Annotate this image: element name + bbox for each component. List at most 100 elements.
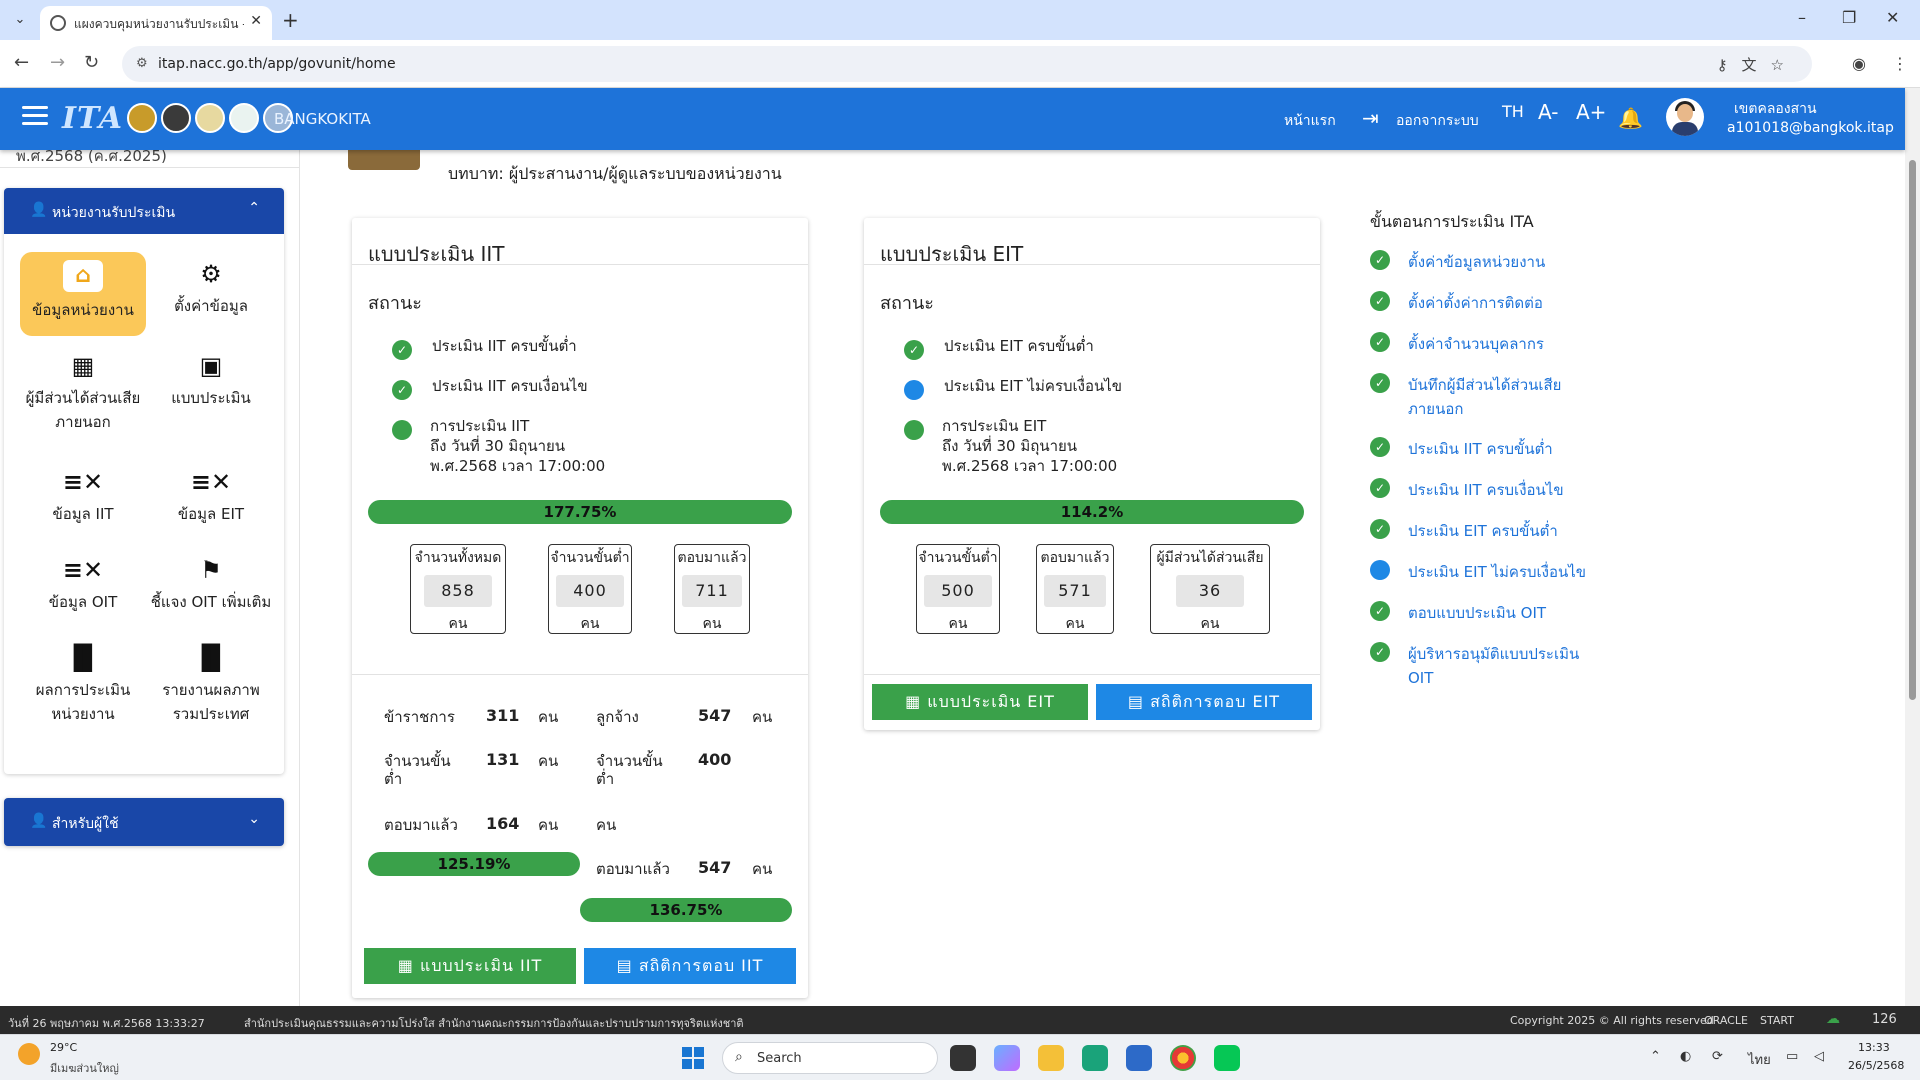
check-icon: ✓ [1370, 250, 1390, 270]
eit-progress-bar: 114.2% [880, 500, 1304, 524]
steps-title: ขั้นตอนการประเมิน ITA [1370, 212, 1534, 231]
clock-date[interactable]: 26/5/2568 [1848, 1059, 1904, 1072]
gov-answered-label: ตอบมาแล้ว [384, 816, 458, 834]
task-view-icon[interactable] [950, 1045, 976, 1071]
sidebar-item-settings[interactable]: ⚙ ตั้งค่าข้อมูล [148, 260, 274, 318]
page-scrollbar[interactable] [1905, 88, 1920, 1006]
sidebar-item-eit[interactable]: ≡✕ ข้อมูล EIT [148, 468, 274, 526]
store-icon: ▦ [71, 352, 95, 380]
eit-form-button[interactable]: ▦ แบบประเมิน EIT [872, 684, 1088, 720]
logout-icon[interactable]: ⇥ [1362, 106, 1379, 130]
eit-deadline: การประเมิน EIT ถึง วันที่ 30 มิถุนายน พ.… [942, 417, 1118, 475]
seal-logo [161, 103, 191, 133]
sidebar-item-agency-info[interactable]: ⌂ ข้อมูลหน่วยงาน [20, 252, 146, 336]
bar-chart-icon: ▐▌ [64, 644, 102, 672]
app-header: ITA BANGKOKITA หน้าแรก ⇥ ออกจากระบบ TH A… [0, 88, 1905, 150]
tray-icon[interactable]: ◐ [1680, 1049, 1691, 1064]
avatar[interactable] [1666, 98, 1704, 136]
gov-min-label: จำนวนขั้นต่ำ [384, 752, 451, 788]
status-dot-icon [392, 420, 412, 440]
taskbar-search[interactable]: ⌕ Search [722, 1042, 938, 1074]
bell-icon[interactable]: 🔔 [1618, 106, 1643, 130]
profile-icon[interactable]: ◉ [1852, 54, 1866, 73]
language-toggle[interactable]: TH [1502, 102, 1524, 121]
browser-tab[interactable]: แผงควบคุมหน่วยงานรับประเมิน - ITA ✕ [40, 6, 272, 40]
sidebar-item-oit-explain[interactable]: ⚑ ชี้แจง OIT เพิ่มเติม [148, 556, 274, 614]
weather-temp: 29°C [50, 1041, 78, 1054]
reload-icon[interactable]: ↻ [84, 52, 99, 73]
chevron-up-icon[interactable]: ⌃ [248, 200, 260, 216]
bar-chart-icon: ▐▌ [192, 644, 230, 672]
emp-progress-bar: 136.75% [580, 898, 792, 922]
scrollbar-thumb[interactable] [1909, 160, 1916, 700]
check-icon: ✓ [392, 340, 412, 360]
qr-icon: ▦ [905, 692, 922, 711]
home-icon: ⌂ [63, 260, 103, 292]
sidebar-item-stakeholders[interactable]: ▦ ผู้มีส่วนได้ส่วนเสีย ภายนอก [20, 352, 146, 434]
home-link[interactable]: หน้าแรก [1284, 110, 1336, 132]
close-tab-icon[interactable]: ✕ [250, 13, 262, 29]
site-info-icon[interactable]: ⚙ [136, 56, 148, 71]
iit-status-2: ประเมิน IIT ครบเงื่อนไข [432, 377, 588, 395]
browser-tab-bar: ⌄ แผงควบคุมหน่วยงานรับประเมิน - ITA ✕ + … [0, 0, 1920, 40]
gov-label: ข้าราชการ [384, 708, 455, 726]
back-icon[interactable]: ← [14, 52, 29, 73]
gov-min-value: 131 [486, 750, 520, 769]
omnibox-actions[interactable]: ⚷文☆ [1717, 54, 1798, 75]
emp-label: ลูกจ้าง [596, 708, 639, 726]
weather-icon[interactable] [18, 1043, 40, 1065]
close-window-icon[interactable]: ✕ [1886, 8, 1899, 27]
section-header-user[interactable]: 👤 สำหรับผู้ใช้ ⌄ [4, 798, 284, 846]
chevron-down-icon[interactable]: ⌄ [248, 811, 260, 827]
iit-form-button[interactable]: ▦ แบบประเมิน IIT [364, 948, 576, 984]
sidebar-item-results[interactable]: ▐▌ ผลการประเมิน หน่วยงาน [20, 644, 146, 726]
windows-start-icon[interactable] [682, 1047, 704, 1069]
hamburger-menu-icon[interactable] [22, 106, 48, 126]
copilot-icon[interactable] [994, 1045, 1020, 1071]
font-increase-button[interactable]: A+ [1576, 100, 1606, 124]
check-icon: ✓ [1370, 373, 1390, 393]
store-icon[interactable] [1126, 1045, 1152, 1071]
eit-stats-button[interactable]: ▤ สถิติการตอบ EIT [1096, 684, 1312, 720]
section-header-agency[interactable]: 👤 หน่วยงานรับประเมิน ⌃ [4, 188, 284, 234]
chrome-icon[interactable] [1170, 1045, 1196, 1071]
tab-list-button[interactable]: ⌄ [8, 8, 32, 32]
input-language[interactable]: ไทย [1748, 1049, 1771, 1070]
iit-status-label: สถานะ [368, 293, 422, 314]
gov-progress-bar: 125.19% [368, 852, 580, 876]
restore-icon[interactable]: ❐ [1842, 8, 1856, 27]
iit-panel: แบบประเมิน IIT สถานะ ✓ ประเมิน IIT ครบขั… [352, 218, 808, 998]
logo-strip: ITA [62, 98, 293, 138]
eit-title: แบบประเมิน EIT [880, 242, 1024, 266]
volume-icon[interactable]: ◁ [1814, 1049, 1824, 1064]
menu-icon[interactable]: ⋮ [1892, 54, 1908, 73]
network-icon[interactable]: ▭ [1786, 1049, 1798, 1064]
iit-deadline: การประเมิน IIT ถึง วันที่ 30 มิถุนายน พ.… [430, 417, 606, 475]
person-icon: 👤 [30, 202, 48, 218]
forward-icon[interactable]: → [50, 52, 65, 73]
line-icon[interactable] [1214, 1045, 1240, 1071]
logout-link[interactable]: ออกจากระบบ [1396, 110, 1479, 132]
tray-icon[interactable]: ⟳ [1712, 1049, 1723, 1064]
clock-time[interactable]: 13:33 [1858, 1041, 1890, 1054]
minimize-icon[interactable]: – [1798, 8, 1806, 27]
eit-stat-answered: ตอบมาแล้ว 571 คน [1036, 544, 1114, 634]
emp-value: 547 [698, 706, 732, 725]
iit-status-1: ประเมิน IIT ครบขั้นต่ำ [432, 337, 577, 355]
sidebar-item-iit[interactable]: ≡✕ ข้อมูล IIT [20, 468, 146, 526]
sidebar-item-national-report[interactable]: ▐▌ รายงานผลภาพ รวมประเทศ [148, 644, 274, 726]
file-explorer-icon[interactable] [1038, 1045, 1064, 1071]
person-icon: 👤 [30, 813, 48, 829]
eit-status-label: สถานะ [880, 293, 934, 314]
sidebar-item-oit[interactable]: ≡✕ ข้อมูล OIT [20, 556, 146, 614]
gov-answered-value: 164 [486, 814, 520, 833]
font-decrease-button[interactable]: A- [1538, 100, 1558, 124]
edge-icon[interactable] [1082, 1045, 1108, 1071]
new-tab-icon[interactable]: + [282, 8, 299, 32]
eit-status-1: ประเมิน EIT ครบขั้นต่ำ [944, 337, 1094, 355]
favicon-icon [50, 15, 66, 31]
url-field[interactable]: ⚙ itap.nacc.go.th/app/govunit/home ⚷文☆ [122, 46, 1812, 82]
iit-stats-button[interactable]: ▤ สถิติการตอบ IIT [584, 948, 796, 984]
tray-chevron-icon[interactable]: ⌃ [1650, 1049, 1661, 1064]
sidebar-item-forms[interactable]: ▣ แบบประเมิน [148, 352, 274, 410]
